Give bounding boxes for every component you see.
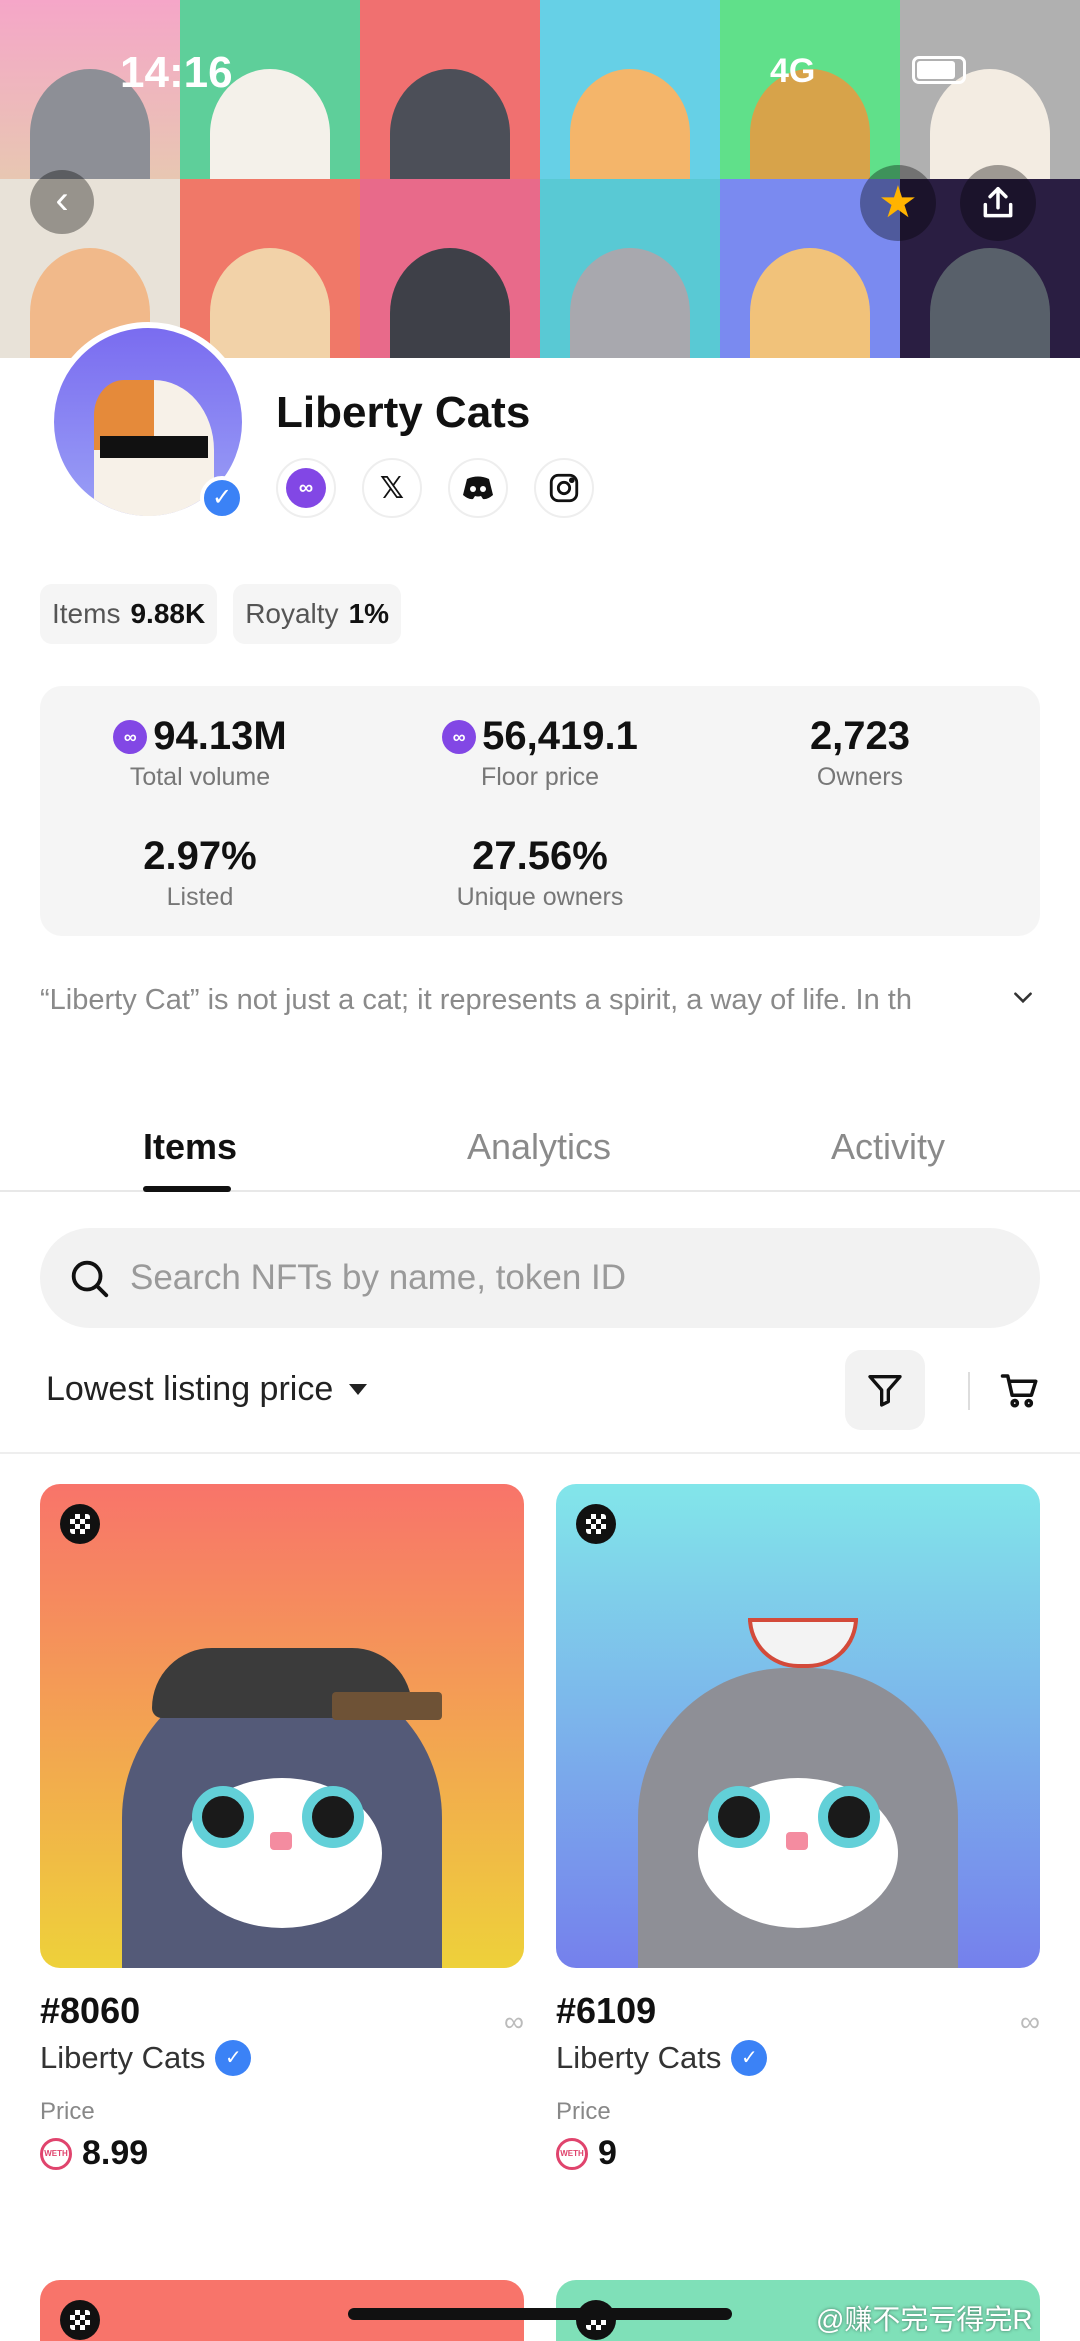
nft-number: #8060 (40, 1990, 141, 2031)
favorite-star-button[interactable]: ★ (860, 165, 936, 241)
filter-icon (868, 1375, 902, 1407)
search-bar (40, 1228, 1040, 1328)
banner-tile (540, 179, 720, 358)
description-fade (920, 976, 1000, 1024)
listed-label: Listed (166, 883, 234, 911)
network-indicator: 4G (770, 52, 816, 90)
expand-description-button[interactable] (1010, 984, 1036, 1017)
price-value: 9 (598, 2134, 617, 2172)
status-time: 14:16 (120, 48, 233, 97)
banner-tile (180, 179, 360, 358)
back-button[interactable]: ‹ (30, 170, 94, 234)
royalty-value: 1% (348, 598, 390, 629)
polygon-icon: ∞ (113, 719, 148, 754)
unique-owners-label: Unique owners (456, 883, 624, 911)
unique-owners-value: 27.56% (472, 834, 608, 878)
share-button[interactable] (960, 165, 1036, 241)
nft-price: WETH 9 (556, 2134, 1040, 2173)
weth-icon: WETH (556, 2137, 588, 2170)
nft-image[interactable] (40, 1484, 524, 1968)
polygon-link[interactable]: ∞ (276, 458, 336, 518)
collection-chips: Items 9.88K Royalty 1% (40, 584, 402, 644)
nft-card[interactable]: ∞ #6109 Liberty Cats ✓ Price WETH 9 (556, 1484, 1040, 2173)
verified-icon: ✓ (731, 2040, 768, 2076)
tab-activity[interactable]: Activity (831, 1126, 945, 1168)
stat-unique-owners: 27.56% Unique owners (380, 834, 700, 912)
stats-panel: ∞ 94.13M Total volume ∞ 56,419.1 Floor pri… (40, 686, 1040, 936)
filter-button[interactable] (845, 1350, 925, 1430)
x-icon: 𝕏 (379, 470, 405, 506)
items-value: 9.88K (130, 598, 206, 629)
chevron-down-icon (1014, 992, 1032, 1004)
floor-price-value: 56,419.1 (482, 714, 638, 758)
price-value: 8.99 (82, 2134, 149, 2172)
discord-icon (463, 476, 493, 500)
x-link[interactable]: 𝕏 (362, 458, 422, 518)
search-icon (71, 1260, 109, 1298)
discord-link[interactable] (448, 458, 508, 518)
stat-listed: 2.97% Listed (40, 834, 360, 912)
checker-badge-icon (576, 2300, 616, 2340)
status-bar: 14:16 4G (0, 0, 1080, 150)
share-icon (983, 187, 1013, 218)
toolbar-divider (968, 1372, 970, 1410)
owners-value: 2,723 (809, 714, 911, 758)
nft-price: WETH 8.99 (40, 2134, 524, 2173)
caret-down-icon (349, 1384, 368, 1395)
chain-link-icon: ∞ (1020, 2006, 1040, 2037)
price-label: Price (40, 2098, 95, 2125)
checker-badge-icon (60, 2300, 100, 2340)
owners-label: Owners (816, 763, 904, 791)
search-input[interactable] (130, 1258, 950, 1298)
sort-dropdown[interactable]: Lowest listing price (46, 1370, 368, 1409)
collection-description: “Liberty Cat” is not just a cat; it repr… (40, 984, 912, 1016)
social-links: ∞ 𝕏 (276, 458, 594, 518)
battery-icon (912, 56, 966, 84)
nft-card[interactable]: ∞ #8060 Liberty Cats ✓ Price WETH 8.99 (40, 1484, 524, 2173)
floor-price-label: Floor price (480, 763, 600, 791)
nft-collection: Liberty Cats ✓ (556, 2040, 1040, 2076)
nft-collection-name: Liberty Cats (40, 2040, 206, 2075)
sort-label: Lowest listing price (46, 1370, 334, 1408)
royalty-chip: Royalty 1% (233, 584, 402, 644)
checker-badge-icon (576, 1504, 616, 1544)
cart-icon (1000, 1374, 1038, 1408)
verified-icon: ✓ (215, 2040, 252, 2076)
cat-artwork (608, 1608, 988, 1968)
sort-toolbar: Lowest listing price (0, 1350, 1080, 1454)
weth-icon: WETH (40, 2137, 72, 2170)
items-chip: Items 9.88K (40, 584, 218, 644)
collection-banner: 14:16 4G ‹ ★ (0, 0, 1080, 358)
total-volume-value: 94.13M (153, 714, 287, 758)
royalty-label: Royalty (245, 598, 339, 629)
active-tab-indicator (143, 1186, 231, 1192)
stat-total-volume: ∞ 94.13M Total volume (40, 714, 360, 792)
nft-collection-name: Liberty Cats (556, 2040, 722, 2075)
collection-title: Liberty Cats (276, 388, 531, 437)
tab-items[interactable]: Items (143, 1126, 237, 1168)
polygon-icon: ∞ (286, 468, 326, 508)
instagram-link[interactable] (534, 458, 594, 518)
verified-icon: ✓ (200, 476, 244, 520)
cart-button[interactable] (994, 1364, 1046, 1416)
instagram-icon (549, 473, 579, 503)
nft-image[interactable] (556, 1484, 1040, 1968)
chain-link-icon: ∞ (504, 2006, 524, 2037)
checker-badge-icon (60, 1504, 100, 1544)
watermark: @赚不完亏得完R (816, 2304, 1033, 2335)
stat-floor-price: ∞ 56,419.1 Floor price (380, 714, 700, 792)
listed-value: 2.97% (143, 834, 257, 878)
cat-artwork (92, 1608, 472, 1968)
nft-collection: Liberty Cats ✓ (40, 2040, 524, 2076)
total-volume-label: Total volume (129, 763, 271, 791)
price-label: Price (556, 2098, 611, 2125)
tab-analytics[interactable]: Analytics (467, 1126, 611, 1168)
nft-number: #6109 (556, 1990, 657, 2031)
items-label: Items (52, 598, 121, 629)
home-indicator[interactable] (348, 2308, 732, 2320)
polygon-icon: ∞ (442, 719, 477, 754)
collection-tabs: Items Analytics Activity (0, 1120, 1080, 1192)
stat-owners: 2,723 Owners (700, 714, 1020, 792)
banner-tile (360, 179, 540, 358)
